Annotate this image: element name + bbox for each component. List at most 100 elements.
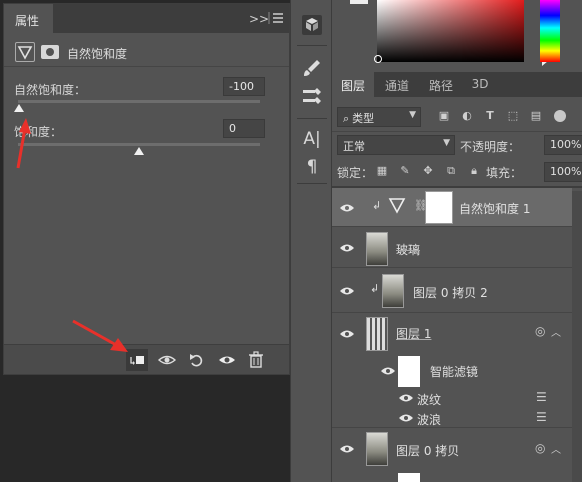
tab-3d[interactable]: 3D	[462, 72, 498, 97]
layer-name[interactable]: 图层 0 拷贝 2	[413, 284, 488, 301]
tab-channels[interactable]: 通道	[376, 72, 418, 97]
tab-paths[interactable]: 路径	[420, 72, 462, 97]
type-filter-icon[interactable]: T	[483, 109, 497, 123]
layer-mask-thumbnail[interactable]	[425, 191, 453, 224]
tool-separator	[297, 183, 327, 184]
layer-thumbnail[interactable]	[382, 274, 404, 308]
lock-transparent-icon[interactable]: ▦	[375, 164, 389, 178]
collapse-effects-icon[interactable]: ︿	[551, 441, 561, 456]
layer-row[interactable]: ↲ ⛓ 自然饱和度 1	[332, 188, 572, 227]
eye-icon[interactable]	[339, 285, 355, 297]
clip-arrow-icon: ↲	[372, 199, 382, 212]
eye-icon[interactable]	[380, 365, 396, 377]
lock-position-icon[interactable]: ✥	[421, 164, 435, 178]
chevron-down-icon: ▼	[409, 110, 416, 120]
shape-filter-icon[interactable]: ⬚	[506, 109, 520, 123]
vibrance-adjustment-icon[interactable]	[15, 42, 35, 62]
eye-icon[interactable]	[339, 242, 355, 254]
tab-layers[interactable]: 图层	[332, 72, 374, 97]
layer-name[interactable]: 图层 0 拷贝	[396, 442, 459, 459]
collapse-effects-icon[interactable]: ︿	[551, 324, 561, 339]
view-previous-state-icon[interactable]	[156, 349, 178, 371]
saturation-value-input[interactable]: 0	[223, 119, 265, 138]
vibrance-slider-track[interactable]	[18, 100, 260, 103]
filter-kind-label: 类型	[352, 112, 375, 125]
filter-kind-dropdown[interactable]: ⌕ 类型 ▼	[337, 107, 421, 127]
layers-scrollbar[interactable]	[572, 191, 582, 482]
smart-object-filter-icon[interactable]: ▤	[529, 109, 543, 123]
layer-thumbnail[interactable]	[366, 232, 388, 266]
toggle-visibility-icon[interactable]	[216, 349, 238, 371]
layer-row[interactable]: ↲ 图层 0 拷贝 2	[332, 269, 572, 313]
eye-icon[interactable]	[398, 392, 414, 404]
filter-options-icon[interactable]: ☰	[536, 410, 547, 424]
foreground-swatch[interactable]	[350, 0, 368, 4]
pixel-filter-icon[interactable]: ▣	[437, 109, 451, 123]
filter-name[interactable]: 波纹	[417, 391, 441, 408]
lock-all-icon[interactable]: 🔒︎	[467, 164, 481, 178]
filter-item-row[interactable]: 波浪 ☰	[332, 408, 572, 428]
expand-icon[interactable]: >>	[249, 12, 269, 26]
tool-strip: A| ¶	[290, 0, 332, 482]
smart-filter-mask-thumbnail[interactable]	[398, 356, 420, 387]
tool-separator	[297, 118, 327, 119]
vibrance-value-input[interactable]: -100	[223, 77, 265, 96]
eye-icon[interactable]	[398, 412, 414, 424]
search-icon: ⌕	[343, 112, 350, 125]
brush-settings-icon[interactable]	[299, 55, 325, 81]
layer-thumbnail[interactable]	[366, 432, 388, 466]
layer-row[interactable]: 图层 0 拷贝 ◎ ︿	[332, 429, 572, 473]
lock-label: 锁定：	[337, 166, 374, 180]
smart-filter-badge-icon: ◎	[535, 324, 546, 338]
layer-row[interactable]: 图层 1 ◎ ︿	[332, 314, 572, 354]
smart-filter-mask-thumbnail[interactable]	[398, 473, 420, 482]
delete-icon[interactable]	[245, 349, 267, 371]
opacity-label: 不透明度：	[460, 140, 521, 154]
filter-options-icon[interactable]: ☰	[536, 390, 547, 404]
filter-toggle-icon[interactable]	[554, 110, 566, 122]
lock-artboard-icon[interactable]: ⧉	[444, 164, 458, 178]
opacity-input[interactable]: 100%	[544, 135, 582, 155]
adjustment-filter-icon[interactable]: ◐	[460, 109, 474, 123]
adjustment-title: 自然饱和度	[67, 47, 128, 61]
clip-to-layer-button[interactable]	[126, 349, 148, 371]
layer-thumbnail[interactable]	[366, 317, 388, 351]
properties-bottom-bar	[4, 344, 289, 374]
filter-item-row[interactable]: 波纹 ☰	[332, 388, 572, 408]
lock-pixels-icon[interactable]: ✎	[398, 164, 412, 178]
saturation-brightness-field[interactable]	[377, 0, 524, 62]
layer-row[interactable]: 玻璃	[332, 228, 572, 268]
eye-icon[interactable]	[339, 443, 355, 455]
eye-icon[interactable]	[339, 328, 355, 340]
vibrance-slider-thumb[interactable]	[14, 104, 24, 112]
adjustment-title-row: 自然饱和度	[4, 35, 289, 67]
fill-input[interactable]: 100%	[544, 162, 582, 182]
eye-icon[interactable]	[339, 202, 355, 214]
brush-presets-icon[interactable]	[299, 84, 325, 110]
layer-name[interactable]: 自然饱和度 1	[459, 200, 530, 217]
color-picker-cursor[interactable]	[374, 55, 382, 63]
vibrance-label: 自然饱和度：	[14, 83, 87, 97]
layer-name[interactable]: 图层 1	[396, 325, 431, 342]
paragraph-icon[interactable]: ¶	[299, 154, 325, 180]
layer-name[interactable]: 玻璃	[396, 241, 420, 258]
hue-slider[interactable]	[540, 0, 560, 62]
tool-separator	[297, 45, 327, 46]
menu-icon[interactable]	[268, 10, 284, 26]
smart-filter-row[interactable]: 智能滤镜	[332, 354, 572, 388]
3d-cube-icon[interactable]	[299, 12, 325, 38]
layers-panel: 图层 通道 路径 3D ⌕ 类型 ▼ ▣ ◐ T ⬚ ▤ 正常 ▼ 不透明度： 100…	[332, 72, 582, 482]
tab-properties[interactable]: 属性	[4, 4, 53, 33]
saturation-slider-track[interactable]	[18, 143, 260, 146]
smart-filter-label[interactable]: 智能滤镜	[430, 363, 478, 380]
filter-name[interactable]: 波浪	[417, 411, 441, 428]
layer-mask-icon[interactable]	[41, 45, 59, 59]
character-icon[interactable]: A|	[299, 126, 325, 152]
saturation-label: 饱和度：	[14, 125, 63, 139]
blend-mode-value: 正常	[343, 140, 365, 153]
fill-label: 填充：	[486, 166, 523, 180]
properties-panel: 属性 >> 自然饱和度 自然饱和度： -100 饱和度： 0	[3, 3, 290, 375]
reset-icon[interactable]	[186, 349, 208, 371]
blend-mode-dropdown[interactable]: 正常 ▼	[337, 135, 455, 155]
saturation-slider-thumb[interactable]	[134, 147, 144, 155]
